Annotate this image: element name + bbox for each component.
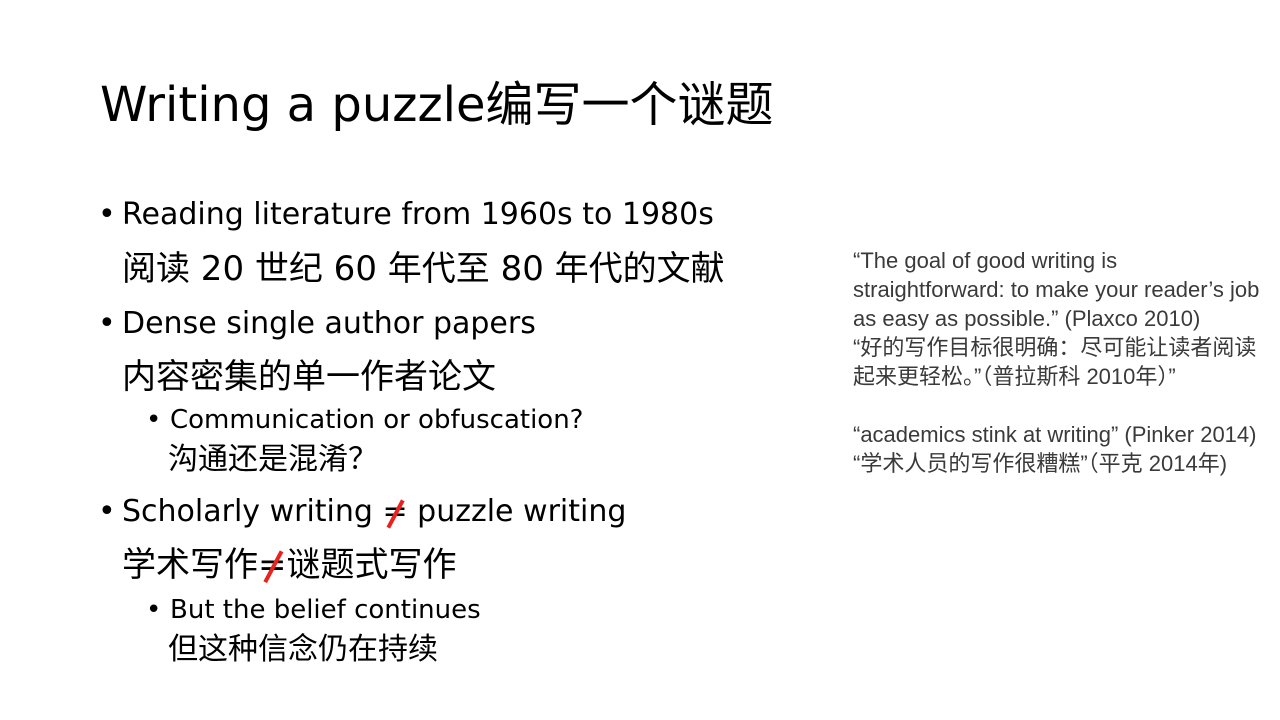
bullet-dot: • xyxy=(98,494,116,529)
bullet-dot: • xyxy=(146,405,162,435)
struck-equals-sign: = xyxy=(382,492,407,532)
slide: Writing a puzzle编写一个谜题 • Reading literatu… xyxy=(0,0,1280,720)
subbullet-belief-continues-cn: 但这种信念仍在持续 xyxy=(168,632,438,667)
bullet-reading-literature: • Reading literature from 1960s to 1980s xyxy=(98,195,714,235)
bullet-text-post: puzzle writing xyxy=(407,494,627,529)
bullet-dot: • xyxy=(98,197,116,232)
bullet-text: Communication or obfuscation? xyxy=(170,405,584,435)
bullet-text-pre: Scholarly writing xyxy=(122,494,383,529)
subbullet-belief-continues: • But the belief continues xyxy=(146,593,481,627)
bullet-dense-papers-cn: 内容密集的单一作者论文 xyxy=(122,357,496,397)
bullet-text-post: 谜题式写作 xyxy=(286,545,457,585)
slide-title: Writing a puzzle编写一个谜题 xyxy=(100,77,774,133)
bullet-reading-literature-cn: 阅读 20 世纪 60 年代至 80 年代的文献 xyxy=(122,249,725,289)
subbullet-communication-cn: 沟通还是混淆？ xyxy=(168,442,378,477)
quote-plaxco-cn: “好的写作目标很明确：尽可能让读者阅读起来更轻松。”（普拉斯科 2010年）” xyxy=(853,335,1257,389)
bullet-text-pre: 学术写作 xyxy=(122,545,258,585)
bullet-text: Reading literature from 1960s to 1980s xyxy=(122,197,714,232)
quote-pinker: “academics stink at writing” (Pinker 201… xyxy=(853,422,1257,447)
quotes-block: “The goal of good writing is straightfor… xyxy=(853,246,1263,478)
bullet-scholarly-writing-cn: 学术写作=谜题式写作 xyxy=(122,542,457,588)
bullet-text: But the belief continues xyxy=(170,595,481,625)
bullet-text: Dense single author papers xyxy=(122,306,536,341)
bullet-scholarly-writing: • Scholarly writing = puzzle writing xyxy=(98,492,626,532)
quote-pinker-cn: “学术人员的写作很糟糕”（平克 2014年) xyxy=(853,451,1228,476)
bullet-dot: • xyxy=(98,306,116,341)
bullet-dot: • xyxy=(146,595,162,625)
subbullet-communication: • Communication or obfuscation? xyxy=(146,403,583,437)
quote-plaxco: “The goal of good writing is straightfor… xyxy=(853,248,1260,331)
quote-spacer xyxy=(853,391,1263,420)
bullet-dense-papers: • Dense single author papers xyxy=(98,304,536,344)
struck-equals-sign-cn: = xyxy=(258,542,287,588)
